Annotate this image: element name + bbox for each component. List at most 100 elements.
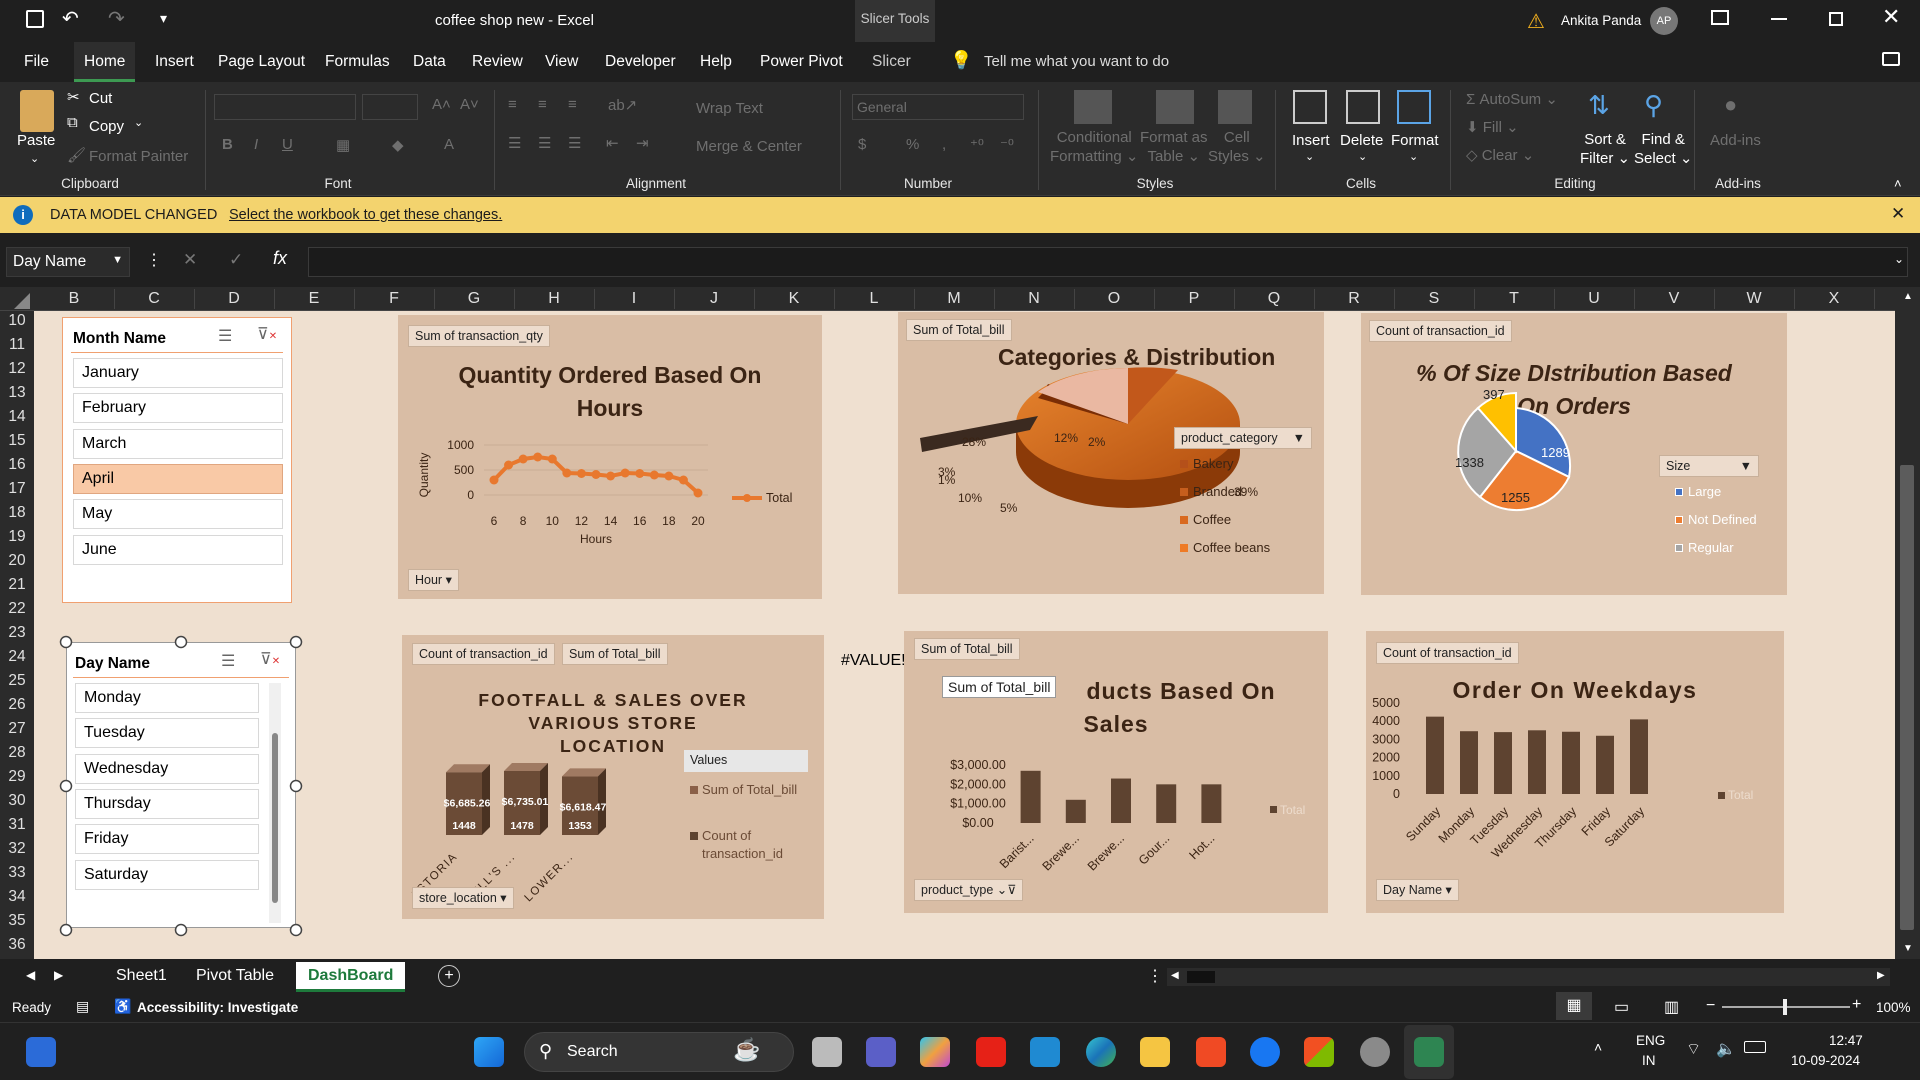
month-item-may[interactable]: May	[73, 499, 283, 530]
comments-icon[interactable]	[1882, 52, 1900, 66]
copilot-icon[interactable]	[920, 1037, 950, 1067]
footfall-sales-chart[interactable]: Count of transaction_id Sum of Total_bil…	[402, 635, 824, 919]
file-explorer-icon[interactable]	[1140, 1037, 1170, 1067]
delete-cells-dropdown-icon[interactable]: ⌄	[1358, 150, 1367, 163]
wrap-text-button[interactable]: Wrap Text	[696, 100, 763, 117]
underline-icon[interactable]: U	[282, 136, 293, 153]
row-header-22[interactable]: 22	[0, 600, 34, 618]
next-sheet-icon[interactable]: ▶	[54, 968, 63, 982]
select-all-corner[interactable]	[14, 293, 30, 309]
name-box[interactable]: Day Name ▼	[6, 247, 130, 277]
menu-file[interactable]: File	[14, 42, 59, 82]
scroll-up-icon[interactable]: ▲	[1903, 291, 1913, 302]
legend-item-coffee-beans[interactable]: Coffee beans	[1180, 540, 1270, 555]
paste-button[interactable]: Paste	[17, 132, 55, 149]
column-header-c[interactable]: C	[114, 290, 194, 308]
start-icon[interactable]	[474, 1037, 504, 1067]
insert-function-icon[interactable]: fx	[273, 248, 287, 269]
row-header-31[interactable]: 31	[0, 816, 34, 834]
macro-record-icon[interactable]: ▤	[76, 998, 89, 1015]
legend-item-large[interactable]: Large	[1675, 484, 1721, 499]
row-header-15[interactable]: 15	[0, 432, 34, 450]
menu-developer[interactable]: Developer	[595, 42, 686, 82]
accessibility-status[interactable]: Accessibility: Investigate	[137, 1000, 298, 1015]
row-header-32[interactable]: 32	[0, 840, 34, 858]
zoom-out-icon[interactable]: −	[1706, 997, 1715, 1015]
top-products-chart[interactable]: Sum of Total_bill ducts Based On Sales Su…	[904, 631, 1328, 913]
prev-sheet-icon[interactable]: ◀	[26, 968, 35, 982]
legend-item-count[interactable]: Count of transaction_id	[690, 827, 783, 863]
warning-icon[interactable]: ⚠	[1527, 9, 1545, 34]
scroll-left-icon[interactable]: ◀	[1171, 970, 1179, 981]
column-header-l[interactable]: L	[834, 290, 914, 308]
horizontal-scrollbar[interactable]: ◀ ▶	[1167, 968, 1890, 986]
sheet-tab-pivot-table[interactable]: Pivot Table	[184, 962, 286, 992]
collapse-ribbon-icon[interactable]: ˄	[1894, 176, 1902, 191]
column-header-f[interactable]: F	[354, 290, 434, 308]
italic-icon[interactable]: I	[254, 136, 258, 153]
month-item-january[interactable]: January	[73, 358, 283, 388]
column-header-r[interactable]: R	[1314, 290, 1394, 308]
facebook-icon[interactable]	[1250, 1037, 1280, 1067]
restore-icon[interactable]	[1829, 12, 1843, 26]
comma-icon[interactable]: ,	[942, 136, 946, 153]
product-type-field-button[interactable]: product_type ⌄⊽	[914, 879, 1024, 901]
legend-field-button[interactable]: product_category ▼	[1174, 427, 1312, 449]
quantity-hours-chart[interactable]: Sum of transaction_qty Quantity Ordered …	[398, 315, 822, 599]
undo-icon[interactable]: ↶	[62, 6, 79, 31]
find-select-button[interactable]: Find & Select ⌄	[1634, 130, 1692, 168]
row-header-18[interactable]: 18	[0, 504, 34, 522]
row-header-11[interactable]: 11	[0, 336, 34, 354]
row-header-14[interactable]: 14	[0, 408, 34, 426]
row-header-35[interactable]: 35	[0, 912, 34, 930]
column-header-j[interactable]: J	[674, 290, 754, 308]
taskbar-search[interactable]: ⚲ Search ☕	[524, 1032, 794, 1072]
categories-pie-chart[interactable]: Sum of Total_bill Categories & Distribut…	[898, 312, 1324, 594]
format-painter-button[interactable]: Format Painter	[89, 148, 188, 165]
month-item-february[interactable]: February	[73, 393, 283, 424]
copy-dropdown-icon[interactable]: ⌄	[134, 116, 143, 129]
sheet-tab-dashboard[interactable]: DashBoard	[296, 962, 406, 992]
month-item-june[interactable]: June	[73, 534, 283, 565]
accessibility-icon[interactable]: ♿	[114, 998, 131, 1015]
grow-font-icon[interactable]: A˄	[432, 96, 451, 113]
clock-time[interactable]: 12:47	[1829, 1033, 1863, 1048]
column-header-b[interactable]: B	[34, 290, 114, 308]
confirm-entry-icon[interactable]: ✓	[229, 250, 243, 270]
menu-view[interactable]: View	[535, 42, 588, 82]
add-ins-button[interactable]: Add-ins	[1710, 132, 1761, 149]
banner-link[interactable]: Select the workbook to get these changes…	[229, 207, 502, 223]
page-break-view-icon[interactable]: ▥	[1664, 997, 1679, 1017]
cell-styles-button[interactable]: Cell Styles ⌄	[1208, 128, 1266, 166]
widgets-icon[interactable]	[26, 1037, 56, 1067]
save-icon[interactable]	[26, 10, 44, 28]
formula-input[interactable]	[308, 247, 1908, 277]
size-pie-chart[interactable]: Count of transaction_id % Of Size DIstri…	[1361, 313, 1787, 595]
tray-overflow-icon[interactable]: ˄	[1594, 1039, 1602, 1055]
menu-insert[interactable]: Insert	[145, 42, 204, 82]
clear-button[interactable]: ◇ Clear ⌄	[1466, 146, 1534, 164]
settings-icon[interactable]	[1360, 1037, 1390, 1067]
cancel-entry-icon[interactable]: ✕	[183, 250, 197, 270]
column-header-i[interactable]: I	[594, 290, 674, 308]
menu-slicer[interactable]: Slicer	[862, 42, 921, 82]
legend-item-bakery[interactable]: Bakery	[1180, 456, 1233, 471]
menu-data[interactable]: Data	[403, 42, 456, 82]
font-name-box[interactable]	[214, 94, 356, 120]
brave-icon[interactable]	[1196, 1037, 1226, 1067]
column-header-e[interactable]: E	[274, 290, 354, 308]
battery-icon[interactable]	[1744, 1041, 1766, 1053]
tab-split-handle[interactable]: ⋮	[1147, 966, 1163, 986]
format-as-table-button[interactable]: Format as Table ⌄	[1140, 128, 1208, 166]
language-line2[interactable]: IN	[1642, 1053, 1656, 1068]
column-header-w[interactable]: W	[1714, 290, 1794, 308]
column-header-n[interactable]: N	[994, 290, 1074, 308]
conditional-formatting-button[interactable]: Conditional Formatting ⌄	[1050, 128, 1138, 166]
row-header-19[interactable]: 19	[0, 528, 34, 546]
increase-indent-icon[interactable]: ⇥	[636, 134, 649, 152]
ribbon-display-icon[interactable]	[1711, 10, 1729, 25]
legend-item-sales[interactable]: Sum of Total_bill	[690, 781, 797, 799]
column-header-t[interactable]: T	[1474, 290, 1554, 308]
volume-icon[interactable]: 🔈	[1716, 1039, 1736, 1059]
legend-item-not-defined[interactable]: Not Defined	[1675, 512, 1757, 527]
